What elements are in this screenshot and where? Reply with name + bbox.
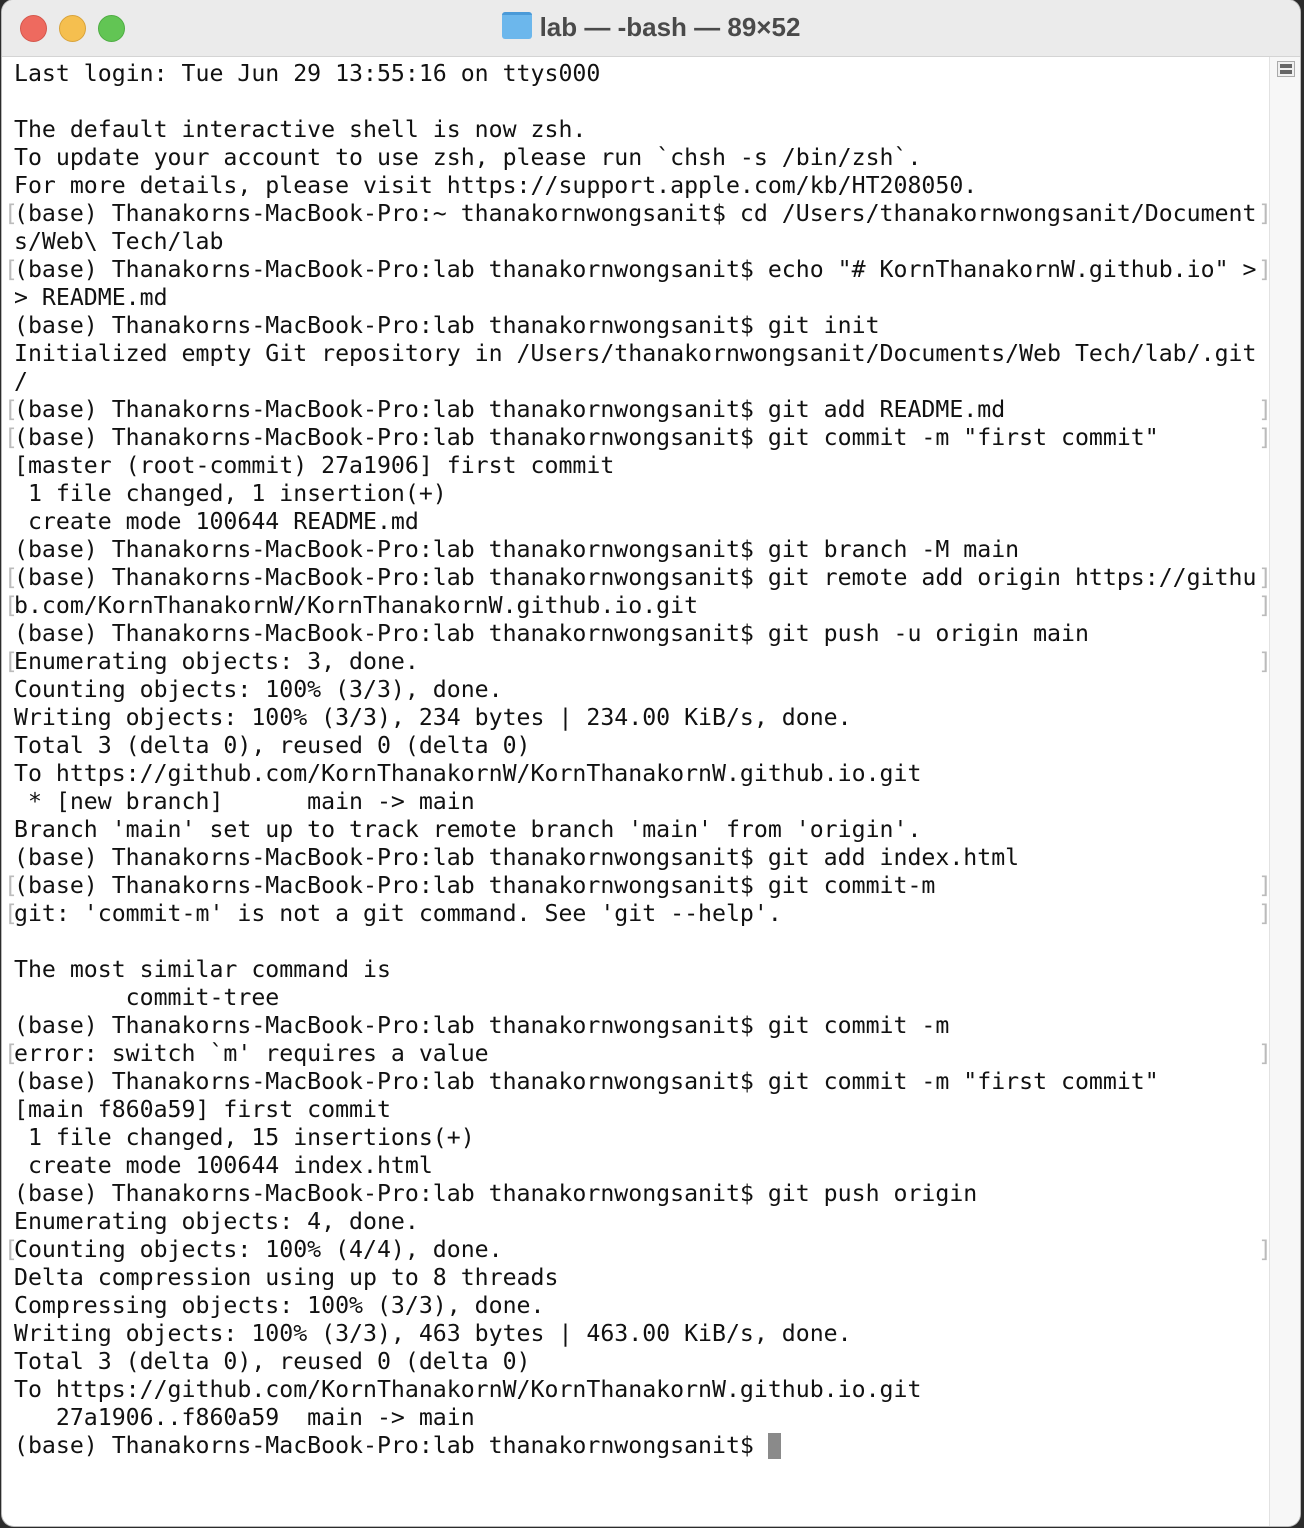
terminal-line: * [new branch] main -> main: [14, 788, 475, 815]
terminal-line: 27a1906..f860a59 main -> main: [14, 1404, 475, 1431]
terminal-line: (base) Thanakorns-MacBook-Pro:lab thanak…: [14, 1068, 1159, 1095]
terminal-line: (base) Thanakorns-MacBook-Pro:lab thanak…: [2, 564, 1272, 592]
terminal-line: b.com/KornThanakornW/KornThanakornW.gith…: [2, 592, 1272, 620]
terminal-line: Enumerating objects: 3, done.: [2, 648, 1272, 676]
folder-icon: [501, 12, 532, 39]
window-title-wrap: lab — -bash — 89×52: [2, 12, 1300, 43]
terminal-line: To https://github.com/KornThanakornW/Kor…: [14, 760, 922, 787]
terminal-line: Total 3 (delta 0), reused 0 (delta 0): [14, 1348, 531, 1375]
split-pane-icon[interactable]: [1277, 61, 1295, 77]
terminal-line: s/Web\ Tech/lab: [14, 228, 224, 255]
terminal-line: > README.md: [14, 284, 168, 311]
terminal-line: (base) Thanakorns-MacBook-Pro:lab thanak…: [2, 256, 1272, 284]
terminal-line: (base) Thanakorns-MacBook-Pro:lab thanak…: [2, 396, 1272, 424]
terminal-line: commit-tree: [14, 984, 280, 1011]
terminal-line: Counting objects: 100% (3/3), done.: [14, 676, 503, 703]
terminal-line: Initialized empty Git repository in /Use…: [14, 340, 1257, 367]
terminal-line: Writing objects: 100% (3/3), 234 bytes |…: [14, 704, 852, 731]
terminal-line: [main f860a59] first commit: [14, 1096, 391, 1123]
terminal-window: lab — -bash — 89×52 Last login: Tue Jun …: [2, 0, 1300, 1526]
terminal-line: Compressing objects: 100% (3/3), done.: [14, 1292, 545, 1319]
terminal-line: create mode 100644 index.html: [14, 1152, 433, 1179]
cursor: [767, 1433, 781, 1459]
terminal-line: (base) Thanakorns-MacBook-Pro:lab thanak…: [2, 424, 1272, 452]
terminal-line: (base) Thanakorns-MacBook-Pro:~ thanakor…: [2, 200, 1272, 228]
terminal-line: Delta compression using up to 8 threads: [14, 1264, 559, 1291]
title-bar[interactable]: lab — -bash — 89×52: [2, 0, 1300, 57]
terminal-line: To update your account to use zsh, pleas…: [14, 144, 922, 171]
terminal-line: The most similar command is: [14, 956, 391, 983]
terminal-line: Last login: Tue Jun 29 13:55:16 on ttys0…: [14, 60, 601, 87]
scrollbar[interactable]: [1269, 57, 1300, 1526]
terminal-line: Enumerating objects: 4, done.: [14, 1208, 419, 1235]
terminal-line: (base) Thanakorns-MacBook-Pro:lab thanak…: [14, 536, 1020, 563]
terminal-line: (base) Thanakorns-MacBook-Pro:lab thanak…: [2, 872, 1272, 900]
terminal-line: Total 3 (delta 0), reused 0 (delta 0): [14, 732, 531, 759]
terminal-line: (base) Thanakorns-MacBook-Pro:lab thanak…: [14, 620, 1089, 647]
terminal-output[interactable]: Last login: Tue Jun 29 13:55:16 on ttys0…: [2, 60, 1272, 1460]
terminal-line: The default interactive shell is now zsh…: [14, 116, 587, 143]
terminal-line: (base) Thanakorns-MacBook-Pro:lab thanak…: [14, 312, 880, 339]
window-title: lab — -bash — 89×52: [539, 12, 801, 42]
terminal-line: For more details, please visit https://s…: [14, 172, 978, 199]
prompt-line[interactable]: (base) Thanakorns-MacBook-Pro:lab thanak…: [2, 1432, 1268, 1460]
prompt: (base) Thanakorns-MacBook-Pro:lab thanak…: [14, 1432, 768, 1459]
terminal-line: create mode 100644 README.md: [14, 508, 419, 535]
terminal-line: 1 file changed, 15 insertions(+): [14, 1124, 475, 1151]
terminal-line: Counting objects: 100% (4/4), done.: [2, 1236, 1272, 1264]
terminal-line: Branch 'main' set up to track remote bra…: [14, 816, 922, 843]
terminal-line: [master (root-commit) 27a1906] first com…: [14, 452, 615, 479]
terminal-line: git: 'commit-m' is not a git command. Se…: [2, 900, 1272, 928]
terminal-line: error: switch `m' requires a value: [2, 1040, 1272, 1068]
terminal-line: (base) Thanakorns-MacBook-Pro:lab thanak…: [14, 1180, 978, 1207]
terminal-line: (base) Thanakorns-MacBook-Pro:lab thanak…: [14, 1012, 950, 1039]
terminal-line: 1 file changed, 1 insertion(+): [14, 480, 447, 507]
terminal-line: To https://github.com/KornThanakornW/Kor…: [14, 1376, 922, 1403]
terminal-line: /: [14, 368, 28, 395]
terminal-line: (base) Thanakorns-MacBook-Pro:lab thanak…: [14, 844, 1020, 871]
terminal-line: Writing objects: 100% (3/3), 463 bytes |…: [14, 1320, 852, 1347]
